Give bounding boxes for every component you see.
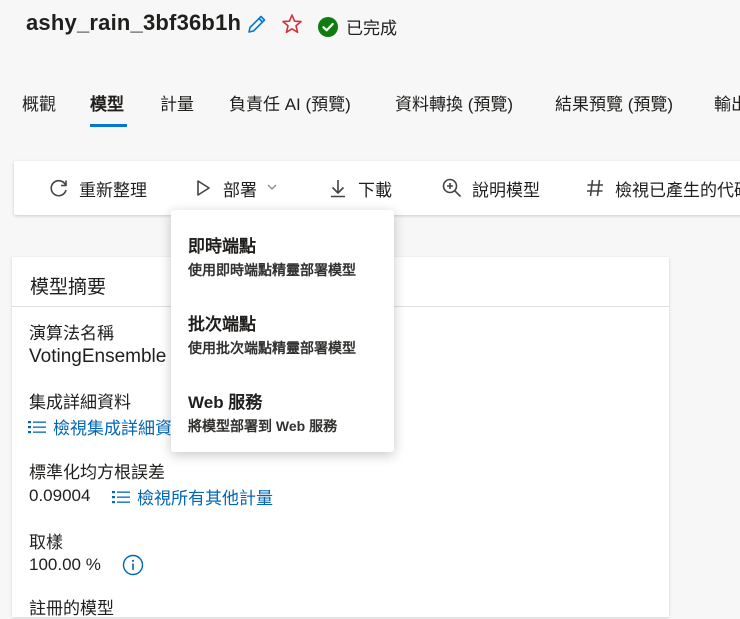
status-text: 已完成 [346, 19, 397, 38]
nrmse-value: 0.09004 [29, 486, 91, 505]
tab-outputs[interactable]: 輸出 [714, 90, 740, 115]
view-generated-code-label: 檢視已產生的代碼 [615, 180, 740, 200]
zoom-in-icon [441, 177, 463, 199]
view-ensemble-details-text: 檢視集成詳細資料 [53, 419, 189, 438]
menu-item-realtime-endpoint[interactable]: 即時端點 使用即時端點精靈部署模型 [171, 232, 394, 302]
menu-item-description: 使用批次端點精靈部署模型 [188, 340, 356, 356]
deploy-button[interactable]: 部署 [192, 161, 278, 215]
deploy-dropdown-menu: 即時端點 使用即時端點精靈部署模型 批次端點 使用批次端點精靈部署模型 Web … [171, 210, 394, 452]
explain-model-label: 說明模型 [472, 180, 540, 200]
view-all-metrics-text: 檢視所有其他計量 [137, 489, 273, 508]
tab-overview[interactable]: 概觀 [22, 90, 56, 115]
refresh-button[interactable]: 重新整理 [48, 161, 147, 215]
menu-item-title: Web 服務 [188, 393, 263, 412]
tab-responsible-ai[interactable]: 負責任 AI (預覽) [229, 90, 351, 115]
active-tab-indicator [90, 124, 127, 127]
ensemble-details-label: 集成詳細資料 [29, 393, 131, 412]
list-icon [112, 489, 130, 505]
check-circle-icon [317, 16, 339, 38]
view-all-metrics-link[interactable]: 檢視所有其他計量 [112, 484, 273, 509]
info-icon[interactable] [122, 554, 144, 576]
tab-model[interactable]: 模型 [90, 90, 124, 115]
edit-pencil-icon[interactable] [245, 12, 269, 36]
refresh-icon [48, 177, 70, 199]
tab-metrics[interactable]: 計量 [160, 90, 194, 115]
menu-item-description: 使用即時端點精靈部署模型 [188, 262, 356, 278]
menu-item-title: 批次端點 [188, 315, 256, 334]
tab-bar: 概觀 模型 計量 負責任 AI (預覽) 資料轉換 (預覽) 結果預覽 (預覽)… [0, 86, 740, 132]
download-button[interactable]: 下載 [327, 161, 392, 215]
command-bar: 重新整理 部署 下載 說明模型 檢視已產生的代碼 [14, 161, 740, 215]
registered-models-label: 註冊的模型 [29, 599, 114, 618]
menu-item-web-service[interactable]: Web 服務 將模型部署到 Web 服務 [171, 388, 394, 458]
menu-item-description: 將模型部署到 Web 服務 [188, 418, 338, 434]
tab-data-transformation[interactable]: 資料轉換 (預覽) [395, 90, 513, 115]
download-label: 下載 [358, 180, 392, 200]
card-title: 模型摘要 [30, 277, 107, 298]
view-generated-code-button[interactable]: 檢視已產生的代碼 [584, 161, 740, 215]
sampling-label: 取樣 [29, 533, 63, 552]
algorithm-name-label: 演算法名稱 [29, 324, 114, 343]
algorithm-name-value: VotingEnsemble [29, 346, 167, 367]
chevron-down-icon [266, 178, 278, 198]
page-title: ashy_rain_3bf36b1h [26, 10, 242, 35]
download-icon [327, 177, 349, 199]
tab-result-preview[interactable]: 結果預覽 (預覽) [555, 90, 673, 115]
play-icon [192, 177, 214, 199]
menu-item-batch-endpoint[interactable]: 批次端點 使用批次端點精靈部署模型 [171, 310, 394, 380]
run-status: 已完成 [317, 14, 397, 39]
favorite-star-icon[interactable] [280, 12, 304, 36]
view-ensemble-details-link[interactable]: 檢視集成詳細資料 [28, 414, 189, 439]
menu-item-title: 即時端點 [188, 237, 256, 256]
nrmse-label: 標準化均方根誤差 [29, 463, 165, 482]
deploy-label: 部署 [223, 180, 257, 200]
refresh-label: 重新整理 [79, 180, 147, 200]
explain-model-button[interactable]: 說明模型 [441, 161, 540, 215]
page-header: ashy_rain_3bf36b1h 已完成 [0, 0, 740, 60]
hashtag-icon [584, 177, 606, 199]
list-icon [28, 419, 46, 435]
sampling-value: 100.00 % [29, 555, 101, 574]
